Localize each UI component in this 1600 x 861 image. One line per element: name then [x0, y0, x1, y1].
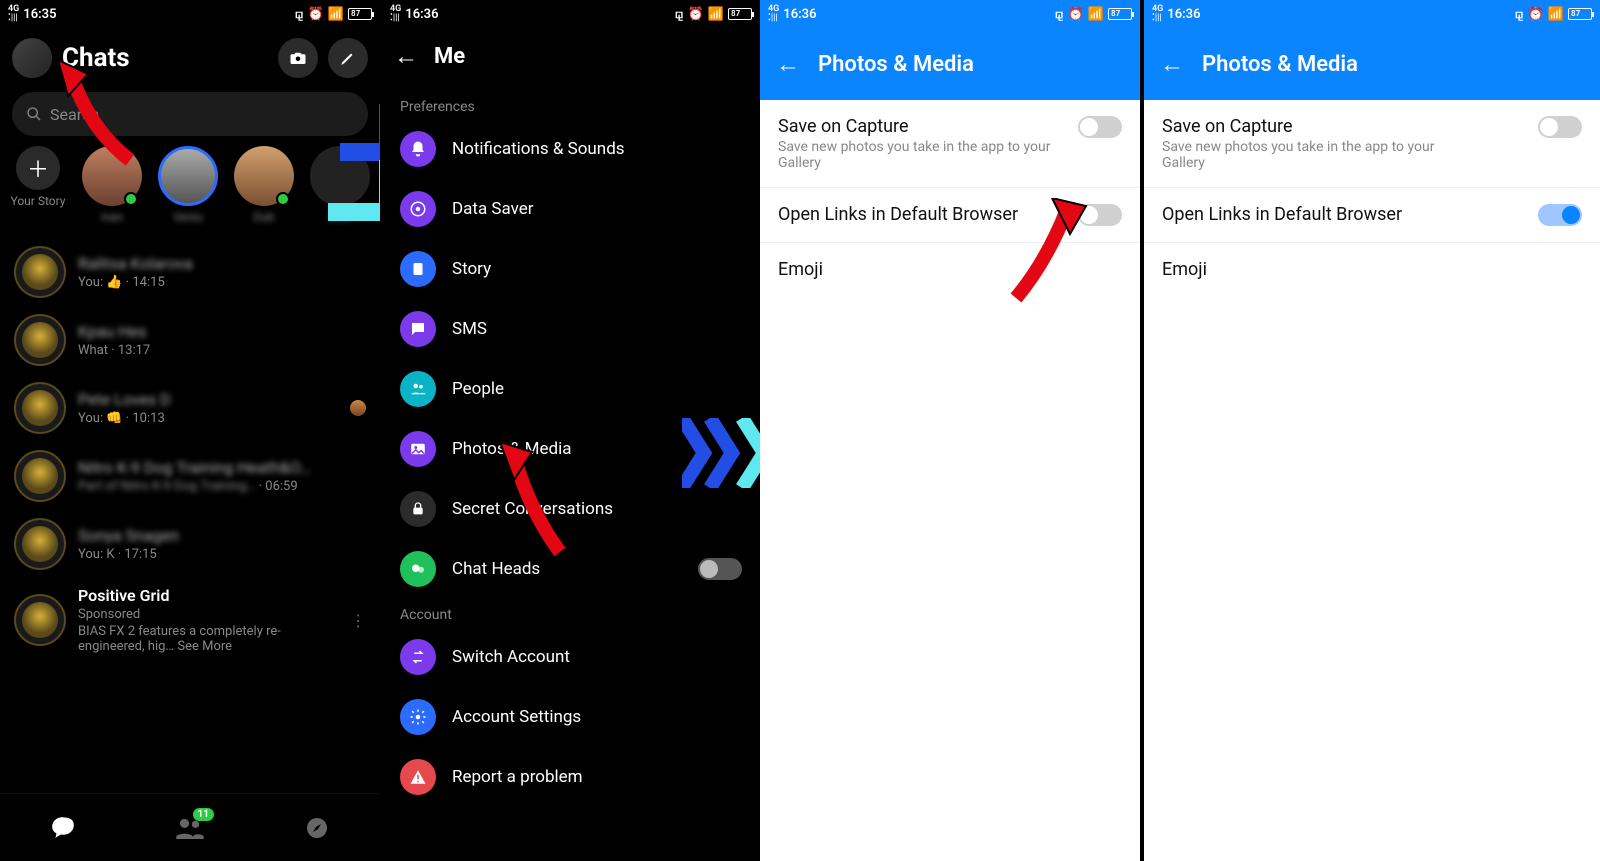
pref-data-saver[interactable]: Data Saver — [382, 179, 760, 239]
pref-chat-heads[interactable]: Chat Heads — [382, 539, 760, 599]
chat-heads-icon — [400, 551, 436, 587]
chat-row[interactable]: Pete Loves DYou: 👊 · 10:13 — [0, 374, 380, 442]
setting-open-links[interactable]: Open Links in Default Browser — [760, 188, 1140, 243]
setting-emoji[interactable]: Emoji — [760, 243, 1140, 296]
page-title: Me — [434, 44, 465, 69]
alarm-icon: ⏰ — [308, 7, 324, 22]
page-title: Chats — [62, 43, 268, 73]
bluetooth-icon: ⚼ — [675, 7, 684, 22]
toggle-save-on-capture[interactable] — [1538, 116, 1582, 138]
page-title: Photos & Media — [818, 52, 974, 77]
search-input[interactable]: Search — [12, 92, 368, 136]
chat-row[interactable]: Ralitsa KolarovaYou: 👍 · 14:15 — [0, 238, 380, 306]
bluetooth-icon: ⚼ — [1515, 7, 1524, 22]
pref-report[interactable]: Report a problem — [382, 747, 760, 807]
pref-sms[interactable]: SMS — [382, 299, 760, 359]
pref-photos-media[interactable]: Photos & Media — [382, 419, 760, 479]
status-bar: 4G⁚|||16:36 ⚼⏰📶87 — [382, 0, 760, 28]
chat-row[interactable]: Kpau HesWhat · 13:17 — [0, 306, 380, 374]
pref-notifications[interactable]: Notifications & Sounds — [382, 119, 760, 179]
page-title: Photos & Media — [1202, 52, 1358, 77]
chat-row-sponsored[interactable]: Positive Grid Sponsored BIAS FX 2 featur… — [0, 578, 380, 662]
alarm-icon: ⏰ — [1528, 7, 1544, 22]
camera-button[interactable] — [278, 38, 318, 78]
compose-button[interactable] — [328, 38, 368, 78]
photo-icon — [400, 431, 436, 467]
alarm-icon: ⏰ — [1068, 7, 1084, 22]
story-icon — [400, 251, 436, 287]
setting-open-links[interactable]: Open Links in Default Browser — [1144, 188, 1600, 243]
bottom-nav: 11 — [0, 793, 380, 861]
pref-switch-account[interactable]: Switch Account — [382, 627, 760, 687]
network-icon: 4G⁚||| — [1152, 5, 1163, 23]
setting-save-on-capture[interactable]: Save on CaptureSave new photos you take … — [760, 100, 1140, 188]
app-bar: ← Photos & Media — [760, 28, 1140, 100]
chat-avatar — [14, 518, 66, 570]
bluetooth-icon: ⚼ — [1055, 7, 1064, 22]
bluetooth-icon: ⚼ — [295, 7, 304, 22]
pref-people[interactable]: People — [382, 359, 760, 419]
story-item[interactable]: Ivan — [82, 146, 142, 224]
warning-icon — [400, 759, 436, 795]
toggle-open-links[interactable] — [1538, 204, 1582, 226]
wifi-icon: 📶 — [1088, 7, 1104, 22]
battery-icon: 87 — [348, 8, 372, 20]
story-item[interactable]: Ann — [310, 146, 370, 224]
sms-icon — [400, 311, 436, 347]
nav-people[interactable]: 11 — [176, 814, 204, 842]
search-icon — [26, 106, 42, 122]
back-button[interactable]: ← — [394, 42, 418, 71]
setting-emoji[interactable]: Emoji — [1144, 243, 1600, 296]
pref-secret[interactable]: Secret Conversations — [382, 479, 760, 539]
pref-story[interactable]: Story — [382, 239, 760, 299]
chat-avatar — [14, 594, 66, 646]
chat-avatar — [14, 314, 66, 366]
stories-row[interactable]: ＋ Your Story Ivan Veniu Dub Ann — [0, 146, 380, 238]
toggle-chat-heads[interactable] — [698, 558, 742, 580]
wifi-icon: 📶 — [708, 7, 724, 22]
network-icon: 4G⁚||| — [8, 5, 19, 23]
gear-icon — [400, 699, 436, 735]
back-button[interactable]: ← — [776, 50, 800, 79]
wifi-icon: 📶 — [1548, 7, 1564, 22]
status-bar: 4G⁚|||16:36 ⚼⏰📶87 — [1144, 0, 1600, 28]
lock-icon — [400, 491, 436, 527]
chat-row[interactable]: Nitro K-9 Dog Training Heath&O…Part of N… — [0, 442, 380, 510]
alarm-icon: ⏰ — [688, 7, 704, 22]
more-icon[interactable]: ⋮ — [350, 611, 366, 630]
chat-avatar — [14, 382, 66, 434]
nav-chats[interactable] — [49, 814, 77, 842]
chat-avatar — [14, 246, 66, 298]
story-item[interactable]: Dub — [234, 146, 294, 224]
chat-row[interactable]: Sonya SnagenYou: K · 17:15 — [0, 510, 380, 578]
app-bar: ← Photos & Media — [1144, 28, 1600, 100]
status-bar: 4G⁚|||16:35 ⚼ ⏰ 📶 87 — [0, 0, 380, 28]
story-item[interactable]: Veniu — [158, 146, 218, 224]
status-bar: 4G⁚|||16:36 ⚼⏰📶87 — [760, 0, 1140, 28]
section-label: Preferences — [382, 91, 760, 119]
nav-discover[interactable] — [303, 814, 331, 842]
battery-icon: 87 — [728, 8, 752, 20]
chat-avatar — [14, 450, 66, 502]
profile-avatar[interactable] — [12, 38, 52, 78]
seen-indicator — [350, 400, 366, 416]
wifi-icon: 📶 — [328, 7, 344, 22]
people-icon — [400, 371, 436, 407]
toggle-save-on-capture[interactable] — [1078, 116, 1122, 138]
network-icon: 4G⁚||| — [768, 5, 779, 23]
pref-account-settings[interactable]: Account Settings — [382, 687, 760, 747]
battery-icon: 87 — [1568, 8, 1592, 20]
data-saver-icon — [400, 191, 436, 227]
battery-icon: 87 — [1108, 8, 1132, 20]
toggle-open-links[interactable] — [1078, 204, 1122, 226]
bell-icon — [400, 131, 436, 167]
section-label: Account — [382, 599, 760, 627]
your-story[interactable]: ＋ Your Story — [10, 146, 66, 208]
setting-save-on-capture[interactable]: Save on CaptureSave new photos you take … — [1144, 100, 1600, 188]
network-icon: 4G⁚||| — [390, 5, 401, 23]
switch-icon — [400, 639, 436, 675]
back-button[interactable]: ← — [1160, 50, 1184, 79]
